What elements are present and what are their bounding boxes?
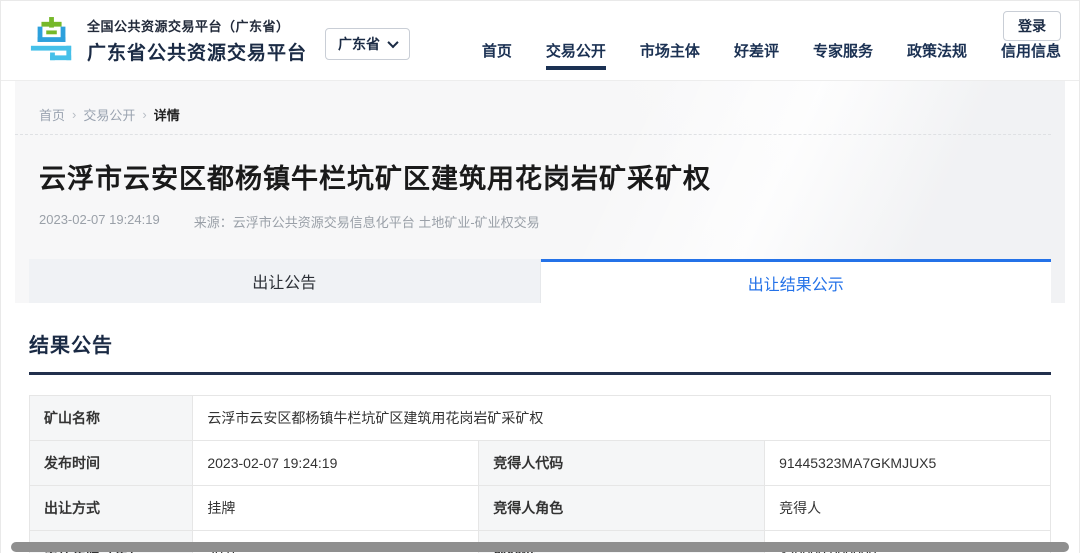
- brand[interactable]: 全国公共资源交易平台（广东省） 广东省公共资源交易平台: [29, 16, 307, 66]
- tab-transfer-result[interactable]: 出让结果公示: [541, 259, 1052, 303]
- platform-name: 广东省公共资源交易平台: [87, 38, 307, 65]
- nav-item-market-entity[interactable]: 市场主体: [640, 40, 700, 70]
- platform-logo-icon: [29, 16, 75, 66]
- cell-mine-name-label: 矿山名称: [30, 396, 193, 441]
- publish-time: 2023-02-07 19:24:19: [39, 212, 160, 231]
- main-content: 结果公告 矿山名称 云浮市云安区都杨镇牛栏坑矿区建筑用花岗岩矿采矿权 发布时间 …: [1, 329, 1079, 553]
- table-row: 矿山名称 云浮市云安区都杨镇牛栏坑矿区建筑用花岗岩矿采矿权: [30, 396, 1051, 441]
- cell-publish-time-label: 发布时间: [30, 441, 193, 486]
- table-row: 出让方式 挂牌 竞得人角色 竞得人: [30, 486, 1051, 531]
- article-banner: 首页 › 交易公开 › 详情 云浮市云安区都杨镇牛栏坑矿区建筑用花岗岩矿采矿权 …: [15, 81, 1065, 303]
- region-selector[interactable]: 广东省: [325, 28, 410, 60]
- article-source: 来源：云浮市公共资源交易信息化平台 土地矿业-矿业权交易: [194, 212, 540, 231]
- page-title: 云浮市云安区都杨镇牛栏坑矿区建筑用花岗岩矿采矿权: [15, 135, 1065, 196]
- result-table: 矿山名称 云浮市云安区都杨镇牛栏坑矿区建筑用花岗岩矿采矿权 发布时间 2023-…: [29, 395, 1051, 553]
- cell-winner-code-value: 91445323MA7GKMJUX5: [765, 441, 1051, 486]
- tab-transfer-announcement[interactable]: 出让公告: [29, 259, 541, 303]
- nav-item-credit-info[interactable]: 信用信息: [1001, 40, 1061, 70]
- table-row: 发布时间 2023-02-07 19:24:19 竞得人代码 91445323M…: [30, 441, 1051, 486]
- breadcrumb-separator: ›: [142, 107, 146, 122]
- nav-item-trade-public[interactable]: 交易公开: [546, 40, 606, 70]
- region-selector-value: 广东省: [338, 34, 380, 54]
- login-button[interactable]: 登录: [1003, 11, 1061, 41]
- cell-winner-role-value: 竞得人: [765, 486, 1051, 531]
- main-nav: 首页 交易公开 市场主体 好差评 专家服务 政策法规 信用信息: [482, 40, 1061, 70]
- cell-publish-time-value: 2023-02-07 19:24:19: [193, 441, 479, 486]
- breadcrumb-home[interactable]: 首页: [39, 105, 65, 124]
- detail-tabs: 出让公告 出让结果公示: [29, 259, 1051, 303]
- cell-winner-code-label: 竞得人代码: [479, 441, 765, 486]
- top-header: 全国公共资源交易平台（广东省） 广东省公共资源交易平台 广东省 登录 首页 交易…: [1, 1, 1079, 81]
- breadcrumb-separator: ›: [72, 107, 76, 122]
- cell-mine-name-value: 云浮市云安区都杨镇牛栏坑矿区建筑用花岗岩矿采矿权: [193, 396, 1051, 441]
- horizontal-scrollbar[interactable]: [11, 542, 1069, 552]
- cell-transfer-method-label: 出让方式: [30, 486, 193, 531]
- cell-winner-role-label: 竞得人角色: [479, 486, 765, 531]
- brand-text: 全国公共资源交易平台（广东省） 广东省公共资源交易平台: [87, 16, 307, 65]
- breadcrumb-trade-public[interactable]: 交易公开: [83, 105, 135, 124]
- platform-top-title: 全国公共资源交易平台（广东省）: [87, 16, 307, 35]
- section-heading-rule: [29, 372, 1051, 375]
- article-meta: 2023-02-07 19:24:19 来源：云浮市公共资源交易信息化平台 土地…: [15, 196, 1065, 231]
- chevron-down-icon: [387, 36, 398, 47]
- nav-item-policy[interactable]: 政策法规: [907, 40, 967, 70]
- nav-item-home[interactable]: 首页: [482, 40, 512, 70]
- cell-transfer-method-value: 挂牌: [193, 486, 479, 531]
- nav-item-rating[interactable]: 好差评: [734, 40, 779, 70]
- section-heading: 结果公告: [29, 329, 1065, 358]
- nav-item-expert-service[interactable]: 专家服务: [813, 40, 873, 70]
- breadcrumb-detail: 详情: [154, 105, 180, 124]
- breadcrumb: 首页 › 交易公开 › 详情: [15, 81, 1051, 135]
